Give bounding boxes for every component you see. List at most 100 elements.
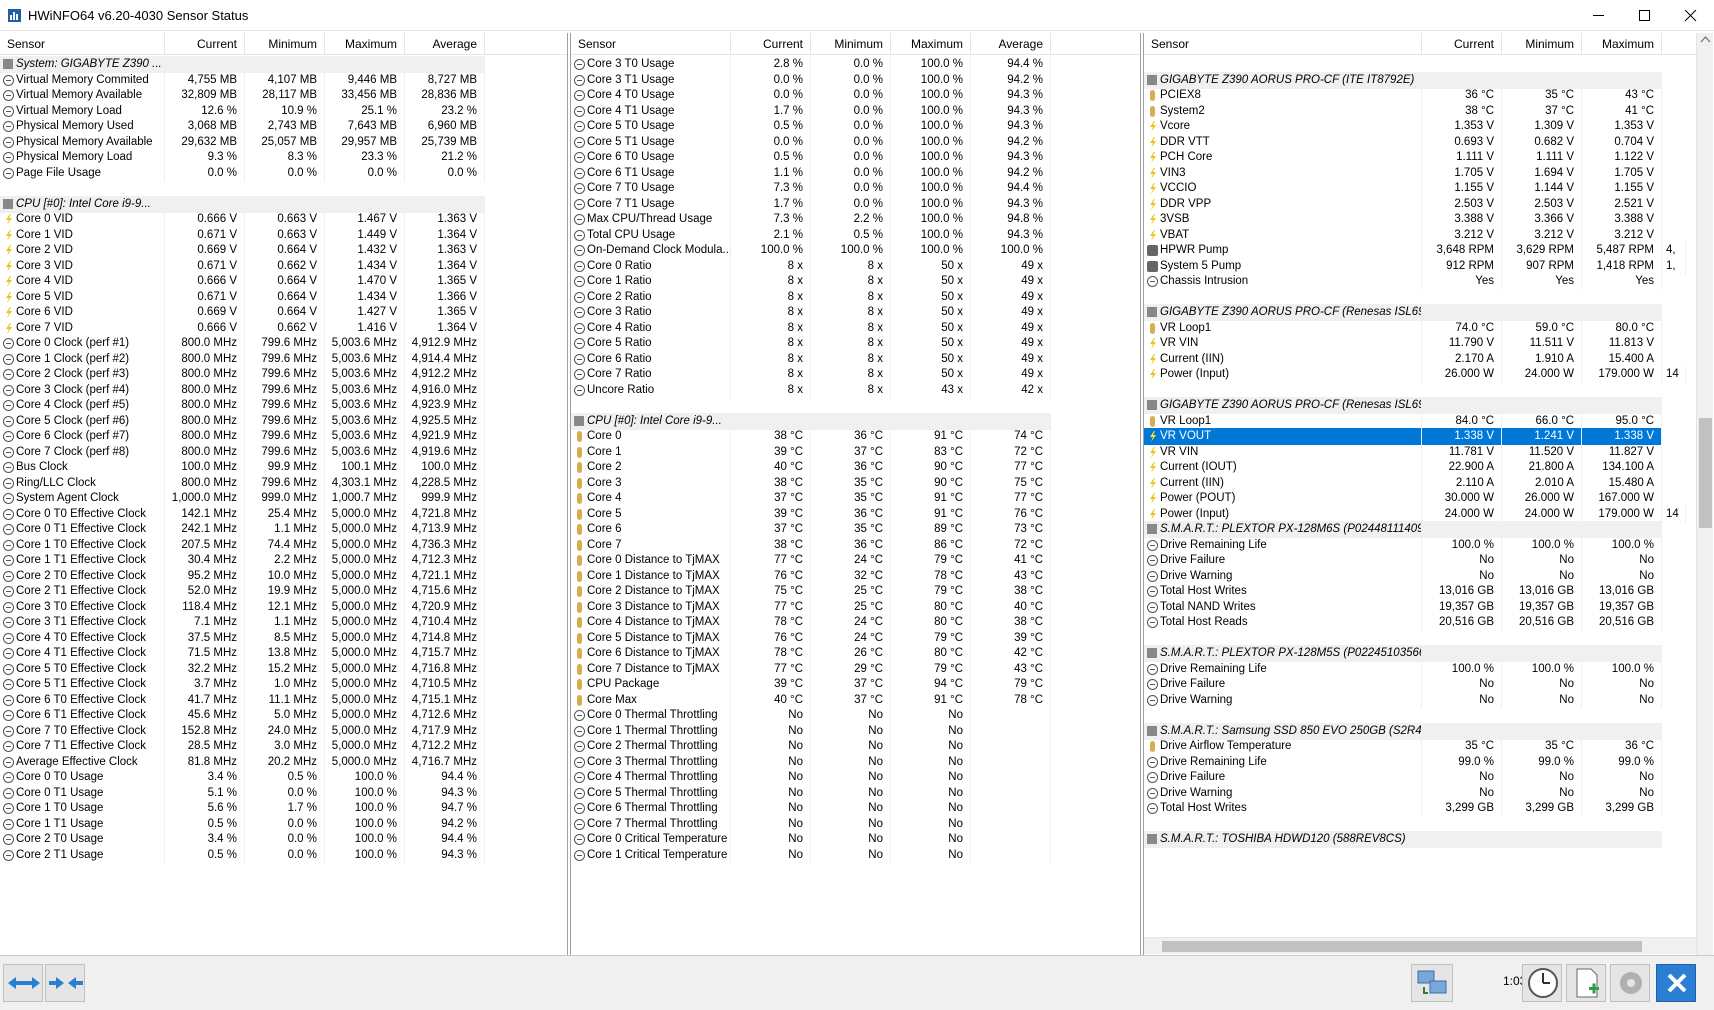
sensor-row-core-3-clock-perf-4[interactable]: Core 3 Clock (perf #4) 800.0 MHz 799.6 MHz… bbox=[0, 381, 485, 399]
sensor-row-ddr-vtt[interactable]: DDR VTT 0.693 V 0.682 V 0.704 V bbox=[1144, 133, 1662, 151]
sensor-row-core-0-t1-effective-clock[interactable]: Core 0 T1 Effective Clock 242.1 MHz 1.1 MH… bbox=[0, 521, 485, 538]
column-current[interactable]: Current bbox=[165, 33, 245, 55]
sensor-row-core-1-critical-temperature[interactable]: Core 1 Critical Temperature No No No bbox=[571, 846, 1051, 864]
sensor-row-core-4-t1-effective-clock[interactable]: Core 4 T1 Effective Clock 71.5 MHz 13.8 MH… bbox=[0, 645, 485, 662]
collapse-button[interactable] bbox=[45, 964, 85, 1002]
sensor-row-physical-memory-load[interactable]: Physical Memory Load 9.3 % 8.3 % 23.3 % 21.2… bbox=[0, 149, 485, 166]
sensor-row-core-6-t1-usage[interactable]: Core 6 T1 Usage 1.1 % 0.0 % 100.0 % 94.2 % bbox=[571, 164, 1051, 182]
vertical-scrollbar[interactable] bbox=[1696, 33, 1713, 955]
network-button[interactable] bbox=[1411, 964, 1453, 1002]
sensor-row-total-nand-writes[interactable]: Total NAND Writes 19,357 GB 19,357 GB 19,35… bbox=[1144, 598, 1662, 616]
sensor-row-system2[interactable]: System2 38 °C 37 °C 41 °C bbox=[1144, 102, 1662, 120]
sensor-row-system-5-pump[interactable]: System 5 Pump 912 RPM 907 RPM 1,418 RPM 1, bbox=[1144, 257, 1686, 275]
sensor-row-current-iout[interactable]: Current (IOUT) 22.900 A 21.800 A 134.100 A bbox=[1144, 459, 1662, 476]
sensor-row-core-7-t0-usage[interactable]: Core 7 T0 Usage 7.3 % 0.0 % 100.0 % 94.4 % bbox=[571, 180, 1051, 197]
sensor-row-core-6-thermal-throttling[interactable]: Core 6 Thermal Throttling No No No bbox=[571, 800, 1051, 817]
sensor-row-core-0-t1-usage[interactable]: Core 0 T1 Usage 5.1 % 0.0 % 100.0 % 94.3 % bbox=[0, 784, 485, 802]
sensor-row-bus-clock[interactable]: Bus Clock 100.0 MHz 99.9 MHz 100.1 MHz 100.0… bbox=[0, 459, 485, 476]
sensor-row-drive-failure[interactable]: Drive Failure No No No bbox=[1144, 552, 1662, 569]
sensor-row-power-pout[interactable]: Power (POUT) 30.000 W 26.000 W 167.000 W bbox=[1144, 490, 1662, 507]
sensor-row-drive-warning[interactable]: Drive Warning No No No bbox=[1144, 691, 1662, 709]
sensor-row-core-2-t1-effective-clock[interactable]: Core 2 T1 Effective Clock 52.0 MHz 19.9 MH… bbox=[0, 583, 485, 600]
column-sensor[interactable]: Sensor bbox=[1144, 33, 1422, 55]
sensor-row-core-2-t0-usage[interactable]: Core 2 T0 Usage 3.4 % 0.0 % 100.0 % 94.4 % bbox=[0, 831, 485, 848]
sensor-row-core-5-t1-effective-clock[interactable]: Core 5 T1 Effective Clock 3.7 MHz 1.0 MHz 5… bbox=[0, 676, 485, 693]
sensor-row-total-host-writes[interactable]: Total Host Writes 3,299 GB 3,299 GB 3,299 G… bbox=[1144, 800, 1662, 817]
sensor-row-core-7-vid[interactable]: Core 7 VID 0.666 V 0.662 V 1.416 V 1.364 V bbox=[0, 319, 485, 337]
sensor-row-core-7-t1-effective-clock[interactable]: Core 7 T1 Effective Clock 28.5 MHz 3.0 MHz… bbox=[0, 738, 485, 755]
sensor-pane-3[interactable]: Sensor Current Minimum Maximum GIGABYTE … bbox=[1143, 33, 1714, 955]
sensor-row-core-1-distance-to-tjmax[interactable]: Core 1 Distance to TjMAX 76 °C 32 °C 78 °C 4… bbox=[571, 567, 1051, 585]
sensor-row-core-3-t0-effective-clock[interactable]: Core 3 T0 Effective Clock 118.4 MHz 12.1 M… bbox=[0, 598, 485, 616]
sensor-row-core-6[interactable]: Core 6 37 °C 35 °C 89 °C 73 °C bbox=[571, 521, 1051, 538]
sensor-row-page-file-usage[interactable]: Page File Usage 0.0 % 0.0 % 0.0 % 0.0 % bbox=[0, 164, 485, 182]
sensor-row-core-3-t1-effective-clock[interactable]: Core 3 T1 Effective Clock 7.1 MHz 1.1 MHz 5… bbox=[0, 614, 485, 631]
sensor-row-core-5-clock-perf-6[interactable]: Core 5 Clock (perf #6) 800.0 MHz 799.6 MHz… bbox=[0, 412, 485, 430]
sensor-row-core-4-t0-effective-clock[interactable]: Core 4 T0 Effective Clock 37.5 MHz 8.5 MHz… bbox=[0, 629, 485, 647]
sensor-group-header[interactable]: System: GIGABYTE Z390 ... bbox=[0, 56, 485, 73]
sensor-row-vbat[interactable]: VBAT 3.212 V 3.212 V 3.212 V bbox=[1144, 226, 1662, 244]
sensor-group-header[interactable]: CPU [#0]: Intel Core i9-9... bbox=[0, 195, 485, 213]
sensor-row-physical-memory-used[interactable]: Physical Memory Used 3,068 MB 2,743 MB 7,64… bbox=[0, 118, 485, 135]
sensor-row-vr-loop1[interactable]: VR Loop1 84.0 °C 66.0 °C 95.0 °C bbox=[1144, 412, 1662, 430]
sensor-row-core-0-t0-usage[interactable]: Core 0 T0 Usage 3.4 % 0.5 % 100.0 % 94.4 % bbox=[0, 769, 485, 786]
sensor-row-core-1-clock-perf-2[interactable]: Core 1 Clock (perf #2) 800.0 MHz 799.6 MHz… bbox=[0, 350, 485, 368]
sensor-group-header[interactable]: GIGABYTE Z390 AORUS PRO-CF (ITE IT8792E) bbox=[1144, 71, 1662, 89]
sensor-row-core-2-thermal-throttling[interactable]: Core 2 Thermal Throttling No No No bbox=[571, 738, 1051, 755]
sensor-row-vccio[interactable]: VCCIO 1.155 V 1.144 V 1.155 V bbox=[1144, 180, 1662, 197]
sensor-row-core-4-t1-usage[interactable]: Core 4 T1 Usage 1.7 % 0.0 % 100.0 % 94.3 % bbox=[571, 102, 1051, 120]
sensor-row-core-7-ratio[interactable]: Core 7 Ratio 8 x8 x 50 x 49 x bbox=[571, 366, 1051, 383]
sensor-row-core-1-t0-usage[interactable]: Core 1 T0 Usage 5.6 % 1.7 % 100.0 % 94.7 % bbox=[0, 800, 485, 817]
sensor-row-core-3-t0-usage[interactable]: Core 3 T0 Usage 2.8 % 0.0 % 100.0 % 94.4 % bbox=[571, 56, 1051, 73]
sensor-row-total-host-reads[interactable]: Total Host Reads 20,516 GB 20,516 GB 20,516… bbox=[1144, 614, 1662, 631]
sensor-row-core-0-critical-temperature[interactable]: Core 0 Critical Temperature No No No bbox=[571, 831, 1051, 848]
sensor-row-uncore-ratio[interactable]: Uncore Ratio 8 x8 x 43 x 42 x bbox=[571, 381, 1051, 399]
sensor-row-drive-remaining-life[interactable]: Drive Remaining Life 100.0 % 100.0 % 100.0 … bbox=[1144, 536, 1662, 554]
sensor-row-vr-vout[interactable]: VR VOUT 1.338 V 1.241 V 1.338 V bbox=[1144, 428, 1662, 445]
clock-button[interactable] bbox=[1522, 964, 1562, 1002]
sensor-row-core-2-clock-perf-3[interactable]: Core 2 Clock (perf #3) 800.0 MHz 799.6 MHz… bbox=[0, 366, 485, 383]
sensor-row-core-4-vid[interactable]: Core 4 VID 0.666 V 0.664 V 1.470 V 1.365 V bbox=[0, 273, 485, 290]
sensor-row-core-0-t0-effective-clock[interactable]: Core 0 T0 Effective Clock 142.1 MHz 25.4 M… bbox=[0, 505, 485, 523]
sensor-row-core-7-distance-to-tjmax[interactable]: Core 7 Distance to TjMAX 77 °C 29 °C 79 °C 4… bbox=[571, 660, 1051, 678]
sensor-row-total-host-writes[interactable]: Total Host Writes 13,016 GB 13,016 GB 13,01… bbox=[1144, 583, 1662, 600]
sensor-row-core-4-ratio[interactable]: Core 4 Ratio 8 x8 x 50 x 49 x bbox=[571, 319, 1051, 337]
sensor-row-vr-vin[interactable]: VR VIN 11.790 V 11.511 V 11.813 V bbox=[1144, 335, 1662, 352]
sensor-row-core-7-t0-effective-clock[interactable]: Core 7 T0 Effective Clock 152.8 MHz 24.0 M… bbox=[0, 722, 485, 740]
column-maximum[interactable]: Maximum bbox=[891, 33, 971, 55]
sensor-row-core-6-t0-usage[interactable]: Core 6 T0 Usage 0.5 % 0.0 % 100.0 % 94.3 % bbox=[571, 149, 1051, 166]
sensor-row-core-5-distance-to-tjmax[interactable]: Core 5 Distance to TjMAX 76 °C 24 °C 79 °C 3… bbox=[571, 629, 1051, 647]
sensor-pane-1[interactable]: Sensor Current Minimum Maximum Average S… bbox=[0, 33, 568, 955]
sensor-row-ring-llc-clock[interactable]: Ring/LLC Clock 800.0 MHz 799.6 MHz 4,303.1 … bbox=[0, 474, 485, 492]
column-maximum[interactable]: Maximum bbox=[325, 33, 405, 55]
sensor-group-header[interactable]: S.M.A.R.T.: TOSHIBA HDWD120 (588REV8CS) bbox=[1144, 831, 1662, 848]
sensor-row-core-2-ratio[interactable]: Core 2 Ratio 8 x8 x 50 x 49 x bbox=[571, 288, 1051, 306]
sensor-row-core-1-t0-effective-clock[interactable]: Core 1 T0 Effective Clock 207.5 MHz 74.4 M… bbox=[0, 536, 485, 554]
sensor-group-header[interactable]: GIGABYTE Z390 AORUS PRO-CF (Renesas ISL6… bbox=[1144, 304, 1662, 321]
sensor-row-core-3-t1-usage[interactable]: Core 3 T1 Usage 0.0 % 0.0 % 100.0 % 94.2 % bbox=[571, 71, 1051, 89]
sensor-row-core-4[interactable]: Core 4 37 °C 35 °C 91 °C 77 °C bbox=[571, 490, 1051, 507]
column-average[interactable]: Average bbox=[405, 33, 485, 55]
sensor-row-core-0-clock-perf-1[interactable]: Core 0 Clock (perf #1) 800.0 MHz 799.6 MHz… bbox=[0, 335, 485, 352]
sensor-row-current-iin[interactable]: Current (IIN) 2.170 A 1.910 A 15.400 A bbox=[1144, 350, 1662, 368]
sensor-row-max-cpu-thread-usage[interactable]: Max CPU/Thread Usage 7.3 % 2.2 % 100.0 % 94.… bbox=[571, 211, 1051, 228]
column-average[interactable]: Average bbox=[971, 33, 1051, 55]
sensor-row-cpu-package[interactable]: CPU Package 39 °C 37 °C 94 °C 79 °C bbox=[571, 676, 1051, 693]
horizontal-scrollbar[interactable] bbox=[1144, 937, 1696, 954]
sensor-row-core-4-t0-usage[interactable]: Core 4 T0 Usage 0.0 % 0.0 % 100.0 % 94.3 % bbox=[571, 87, 1051, 104]
sensor-row-pch-core[interactable]: PCH Core 1.111 V 1.111 V 1.122 V bbox=[1144, 149, 1662, 166]
sensor-group-header[interactable]: S.M.A.R.T.: Samsung SSD 850 EVO 250GB (S… bbox=[1144, 722, 1662, 740]
sensor-row-core-4-clock-perf-5[interactable]: Core 4 Clock (perf #5) 800.0 MHz 799.6 MHz… bbox=[0, 397, 485, 414]
sensor-row-core-2-vid[interactable]: Core 2 VID 0.669 V 0.664 V 1.432 V 1.363 V bbox=[0, 242, 485, 259]
sensor-row-core-3-ratio[interactable]: Core 3 Ratio 8 x8 x 50 x 49 x bbox=[571, 304, 1051, 321]
sensor-row-core-3-distance-to-tjmax[interactable]: Core 3 Distance to TjMAX 77 °C 25 °C 80 °C 4… bbox=[571, 598, 1051, 616]
sensor-row-hpwr-pump[interactable]: HPWR Pump 3,648 RPM 3,629 RPM 5,487 RPM 4, bbox=[1144, 242, 1686, 259]
sensor-row-vr-loop1[interactable]: VR Loop1 74.0 °C 59.0 °C 80.0 °C bbox=[1144, 319, 1662, 337]
sensor-row-core-0-thermal-throttling[interactable]: Core 0 Thermal Throttling No No No bbox=[571, 707, 1051, 724]
sensor-row-ddr-vpp[interactable]: DDR VPP 2.503 V 2.503 V 2.521 V bbox=[1144, 195, 1662, 213]
sensor-group-header[interactable]: GIGABYTE Z390 AORUS PRO-CF (Renesas ISL6… bbox=[1144, 397, 1662, 414]
sensor-row-core-1-thermal-throttling[interactable]: Core 1 Thermal Throttling No No No bbox=[571, 722, 1051, 740]
sensor-row-core-1-ratio[interactable]: Core 1 Ratio 8 x8 x 50 x 49 x bbox=[571, 273, 1051, 290]
sensor-row-core-5-thermal-throttling[interactable]: Core 5 Thermal Throttling No No No bbox=[571, 784, 1051, 802]
column-minimum[interactable]: Minimum bbox=[811, 33, 891, 55]
